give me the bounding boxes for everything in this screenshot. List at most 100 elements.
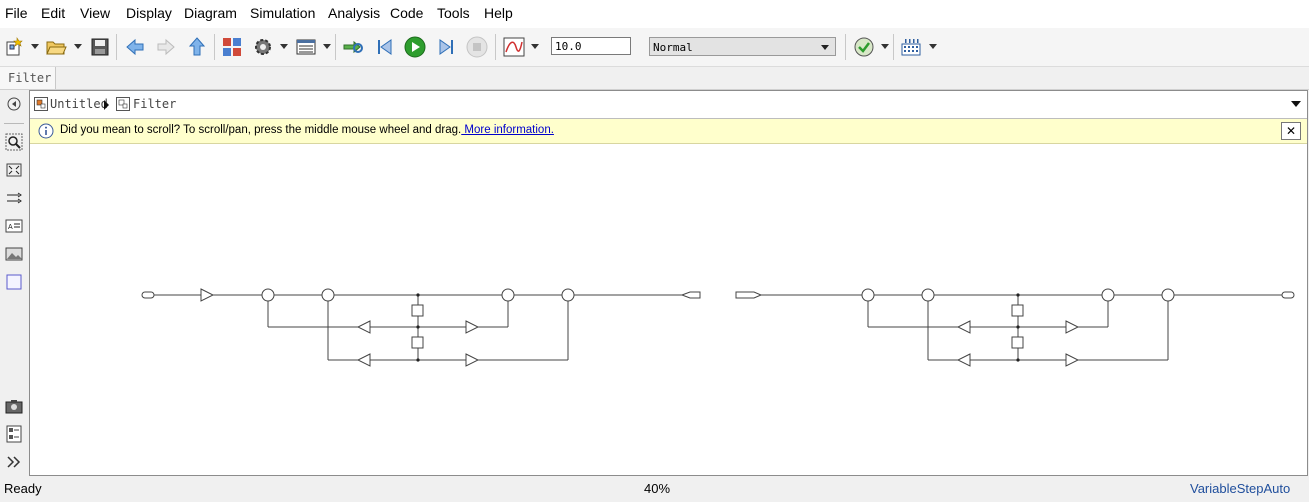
notice-text: Did you mean to scroll? To scroll/pan, p… [60,124,462,136]
arrow-connect-icon[interactable] [4,188,24,208]
update-diagram-icon[interactable] [341,35,365,59]
gain-block[interactable] [956,353,971,367]
sum-block[interactable] [861,288,875,302]
menu-edit[interactable]: Edit [41,5,65,21]
toolbar: 10.0 Normal [0,28,1309,67]
scope-dropdown-icon[interactable] [531,44,539,49]
library-browser-icon[interactable] [220,35,244,59]
breadcrumb-filter[interactable]: Filter [133,97,176,111]
explorer-dropdown-icon[interactable] [323,44,331,49]
address-dropdown-icon[interactable] [1291,101,1301,107]
gain-block[interactable] [465,353,480,367]
run-icon[interactable] [403,35,427,59]
scope-icon[interactable] [502,35,526,59]
simulation-mode-select[interactable]: Normal [649,37,836,56]
build-dropdown-icon[interactable] [929,44,937,49]
back-icon[interactable] [123,35,147,59]
more-information-link[interactable]: More information. [461,124,554,136]
up-icon[interactable] [185,35,209,59]
new-model-dropdown-icon[interactable] [31,44,39,49]
stop-icon[interactable] [465,35,489,59]
block-diagram [141,288,1295,367]
delay-block[interactable] [411,336,424,349]
chevron-right-icon [104,100,109,110]
fit-to-view-icon[interactable] [4,160,24,180]
gain-block[interactable] [1065,353,1080,367]
outport-block[interactable] [680,291,701,299]
menu-diagram[interactable]: Diagram [184,5,237,21]
model-canvas[interactable]: Untitled Filter Did you mean to scroll? … [29,90,1308,476]
menu-simulation[interactable]: Simulation [250,5,315,21]
menu-tools[interactable]: Tools [437,5,470,21]
toolbar-separator [335,34,336,60]
gain-block[interactable] [356,353,371,367]
info-icon [38,123,54,139]
menu-analysis[interactable]: Analysis [328,5,380,21]
toolbar-separator [893,34,894,60]
left-palette: A [0,90,29,476]
open-dropdown-icon[interactable] [74,44,82,49]
subsystem-icon [116,97,130,111]
address-bar: Untitled Filter [30,91,1307,119]
toolbar-separator [845,34,846,60]
screenshot-icon[interactable] [4,396,24,416]
new-model-icon[interactable] [3,35,27,59]
toolbar-separator [214,34,215,60]
gain-block[interactable] [956,320,971,334]
image-icon[interactable] [4,244,24,264]
stop-time-field[interactable]: 10.0 [551,37,631,55]
property-inspector-icon[interactable] [4,424,24,444]
breadcrumb-untitled[interactable]: Untitled [50,97,108,111]
status-text: Ready [4,481,42,496]
gain-block[interactable] [465,320,480,334]
sum-block[interactable] [501,288,515,302]
outport-block[interactable] [1281,291,1295,299]
gain-block[interactable] [1065,320,1080,334]
gain-block[interactable] [356,320,371,334]
solver-link[interactable]: VariableStepAuto [1190,481,1290,496]
tab-filter[interactable]: Filter [0,67,56,89]
chevron-down-icon [821,45,829,50]
open-icon[interactable] [44,35,68,59]
sum-block[interactable] [261,288,275,302]
model-icon [34,97,48,111]
menu-view[interactable]: View [80,5,110,21]
forward-icon[interactable] [154,35,178,59]
model-explorer-icon[interactable] [294,35,318,59]
sum-block[interactable] [921,288,935,302]
toolbar-separator [116,34,117,60]
sum-block[interactable] [321,288,335,302]
gain-block[interactable] [200,288,215,302]
step-back-icon[interactable] [373,35,397,59]
step-forward-icon[interactable] [434,35,458,59]
menu-file[interactable]: File [5,5,28,21]
save-icon[interactable] [88,35,112,59]
sum-block[interactable] [1161,288,1175,302]
close-icon[interactable]: ✕ [1281,122,1301,140]
inport-block[interactable] [735,291,763,299]
delay-block[interactable] [411,304,424,317]
inport-block[interactable] [141,291,155,299]
simulation-mode-value: Normal [653,41,693,54]
menu-code[interactable]: Code [390,5,423,21]
delay-block[interactable] [1011,304,1024,317]
menu-help[interactable]: Help [484,5,513,21]
hide-browser-icon[interactable] [4,94,24,114]
scroll-notice-banner: Did you mean to scroll? To scroll/pan, p… [30,119,1307,144]
advisor-dropdown-icon[interactable] [881,44,889,49]
menu-display[interactable]: Display [126,5,172,21]
menu-bar: File Edit View Display Diagram Simulatio… [0,0,1309,28]
model-tab-bar: Filter [0,67,1309,90]
expand-palette-icon[interactable] [4,452,24,472]
area-icon[interactable] [4,272,24,292]
build-icon[interactable] [899,35,923,59]
delay-block[interactable] [1011,336,1024,349]
settings-dropdown-icon[interactable] [280,44,288,49]
sum-block[interactable] [561,288,575,302]
annotation-icon[interactable]: A [4,216,24,236]
sum-block[interactable] [1101,288,1115,302]
model-settings-icon[interactable] [251,35,275,59]
model-advisor-icon[interactable] [852,35,876,59]
zoom-icon[interactable] [4,132,24,152]
svg-text:A: A [8,224,13,231]
